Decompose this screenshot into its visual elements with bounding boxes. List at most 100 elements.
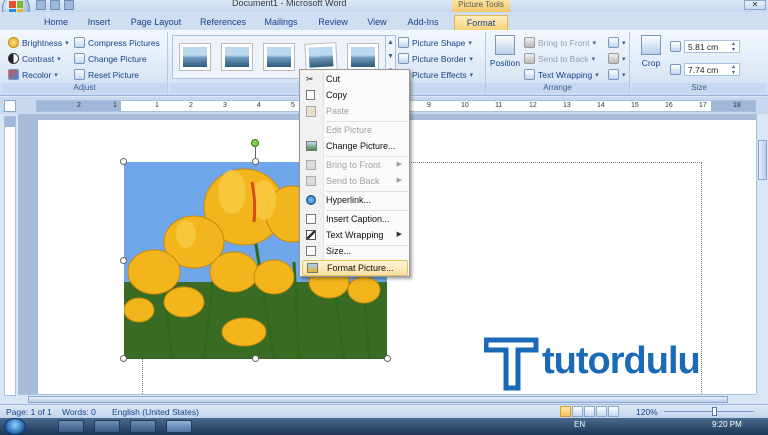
resize-handle-sw[interactable] xyxy=(120,355,127,362)
position-button[interactable]: Position xyxy=(488,35,522,68)
tray-clock[interactable]: 9:20 PM xyxy=(712,420,742,429)
send-to-back-button[interactable]: Send to Back ▾ xyxy=(524,53,595,64)
menu-item-cut[interactable]: ✂ Cut xyxy=(302,72,408,88)
tab-insert[interactable]: Insert xyxy=(80,15,118,30)
height-field[interactable]: 5.81 cm xyxy=(684,40,740,53)
resize-handle-s[interactable] xyxy=(252,355,259,362)
ruler-tick: 2 xyxy=(77,102,81,109)
menu-item-text-wrapping[interactable]: Text Wrapping ▶ xyxy=(302,228,408,244)
vertical-ruler[interactable] xyxy=(4,116,16,396)
paste-icon xyxy=(306,106,316,117)
ruler-tick: 9 xyxy=(427,102,431,109)
tab-selector-icon[interactable] xyxy=(4,100,16,112)
ruler-tick: 16 xyxy=(665,102,673,109)
menu-item-edit-picture[interactable]: Edit Picture xyxy=(302,123,408,139)
undo-icon[interactable] xyxy=(50,0,60,10)
contrast-label: Contrast xyxy=(22,53,55,64)
align-button[interactable]: ▾ xyxy=(608,37,626,48)
tab-references[interactable]: References xyxy=(194,15,252,30)
resize-handle-w[interactable] xyxy=(120,257,127,264)
zoom-slider-knob[interactable] xyxy=(712,407,717,416)
page-count[interactable]: Page: 1 of 1 xyxy=(6,407,52,417)
print-layout-icon[interactable] xyxy=(560,406,571,417)
recolor-button[interactable]: Recolor ▾ xyxy=(8,69,58,80)
menu-item-insert-caption[interactable]: Insert Caption... xyxy=(302,212,408,228)
menu-item-send-to-back[interactable]: Send to Back ▶ xyxy=(302,174,408,190)
reset-picture-button[interactable]: Reset Picture xyxy=(74,69,139,80)
horizontal-scroll-thumb[interactable] xyxy=(28,396,728,403)
zoom-slider[interactable] xyxy=(664,411,754,412)
width-field[interactable]: 7.74 cm xyxy=(684,63,740,76)
text-wrap-icon xyxy=(524,69,535,80)
tab-view[interactable]: View xyxy=(362,15,392,30)
menu-item-change-picture[interactable]: Change Picture... xyxy=(302,139,408,155)
word-count[interactable]: Words: 0 xyxy=(62,407,96,417)
tray-language[interactable]: EN xyxy=(574,420,585,429)
menu-item-copy[interactable]: Copy xyxy=(302,88,408,104)
picture-shape-button[interactable]: Picture Shape ▾ xyxy=(398,37,472,48)
tab-page-layout[interactable]: Page Layout xyxy=(124,15,188,30)
contrast-button[interactable]: Contrast ▾ xyxy=(8,53,61,64)
brightness-label: Brightness xyxy=(22,37,63,48)
bring-to-front-button[interactable]: Bring to Front ▾ xyxy=(524,37,596,48)
redo-icon[interactable] xyxy=(64,0,74,10)
taskbar-word-icon[interactable] xyxy=(166,420,192,433)
start-button-icon[interactable] xyxy=(4,418,26,435)
text-wrapping-label: Text Wrapping xyxy=(538,69,593,80)
crop-label: Crop xyxy=(641,58,661,68)
tab-format[interactable]: Format xyxy=(454,15,508,30)
chevron-down-icon: ▾ xyxy=(595,71,599,79)
style-thumb-4[interactable] xyxy=(304,42,338,72)
tab-add-ins[interactable]: Add-Ins xyxy=(400,15,446,30)
close-icon[interactable]: ✕ xyxy=(744,0,766,10)
chevron-down-icon: ▾ xyxy=(591,55,596,63)
style-thumb-1[interactable] xyxy=(179,43,211,71)
brightness-button[interactable]: Brightness ▾ xyxy=(8,37,69,48)
menu-item-label: Size... xyxy=(326,246,352,256)
picture-border-button[interactable]: Picture Border ▾ xyxy=(398,53,473,64)
draft-icon[interactable] xyxy=(608,406,619,417)
tab-mailings[interactable]: Mailings xyxy=(258,15,304,30)
caption-icon xyxy=(306,214,316,224)
resize-handle-se[interactable] xyxy=(384,355,391,362)
outline-icon[interactable] xyxy=(596,406,607,417)
tab-review[interactable]: Review xyxy=(312,15,354,30)
style-thumb-3[interactable] xyxy=(263,43,295,71)
group-button[interactable]: ▾ xyxy=(608,53,626,64)
ruler-tick: 4 xyxy=(257,102,261,109)
style-thumb-2[interactable] xyxy=(221,43,253,71)
zoom-level[interactable]: 120% xyxy=(636,407,658,417)
language-indicator[interactable]: English (United States) xyxy=(112,407,199,417)
rotate-button[interactable]: ▾ xyxy=(608,69,626,80)
menu-item-size[interactable]: Size... xyxy=(302,244,408,260)
menu-item-bring-to-front[interactable]: Bring to Front ▶ xyxy=(302,158,408,174)
vertical-scroll-thumb[interactable] xyxy=(758,140,767,180)
compress-pictures-button[interactable]: Compress Pictures xyxy=(74,37,160,48)
vertical-scrollbar[interactable] xyxy=(756,114,768,394)
crop-button[interactable]: Crop xyxy=(636,35,666,68)
menu-item-hyperlink[interactable]: Hyperlink... xyxy=(302,193,408,209)
resize-handle-nw[interactable] xyxy=(120,158,127,165)
web-layout-icon[interactable] xyxy=(584,406,595,417)
style-thumb-5[interactable] xyxy=(347,43,379,71)
gallery-down-icon[interactable]: ▼ xyxy=(386,50,395,64)
menu-item-paste[interactable]: Paste xyxy=(302,104,408,120)
taskbar-app-icon[interactable] xyxy=(130,420,156,433)
window-controls: ✕ xyxy=(744,0,766,10)
rotate-handle[interactable] xyxy=(251,139,259,147)
taskbar-explorer-icon[interactable] xyxy=(58,420,84,433)
tab-home[interactable]: Home xyxy=(38,15,74,30)
save-icon[interactable] xyxy=(36,0,46,10)
gallery-up-icon[interactable]: ▲ xyxy=(386,36,395,50)
compress-label: Compress Pictures xyxy=(88,37,160,48)
bring-front-icon xyxy=(524,37,535,48)
ruler-tick: 1 xyxy=(155,102,159,109)
full-screen-reading-icon[interactable] xyxy=(572,406,583,417)
horizontal-scrollbar[interactable] xyxy=(18,394,756,404)
resize-handle-n[interactable] xyxy=(252,158,259,165)
taskbar-chrome-icon[interactable] xyxy=(94,420,120,433)
recolor-icon xyxy=(8,69,19,80)
change-picture-button[interactable]: Change Picture xyxy=(74,53,147,64)
menu-item-format-picture[interactable]: Format Picture... xyxy=(302,260,408,276)
text-wrapping-button[interactable]: Text Wrapping ▾ xyxy=(524,69,599,80)
